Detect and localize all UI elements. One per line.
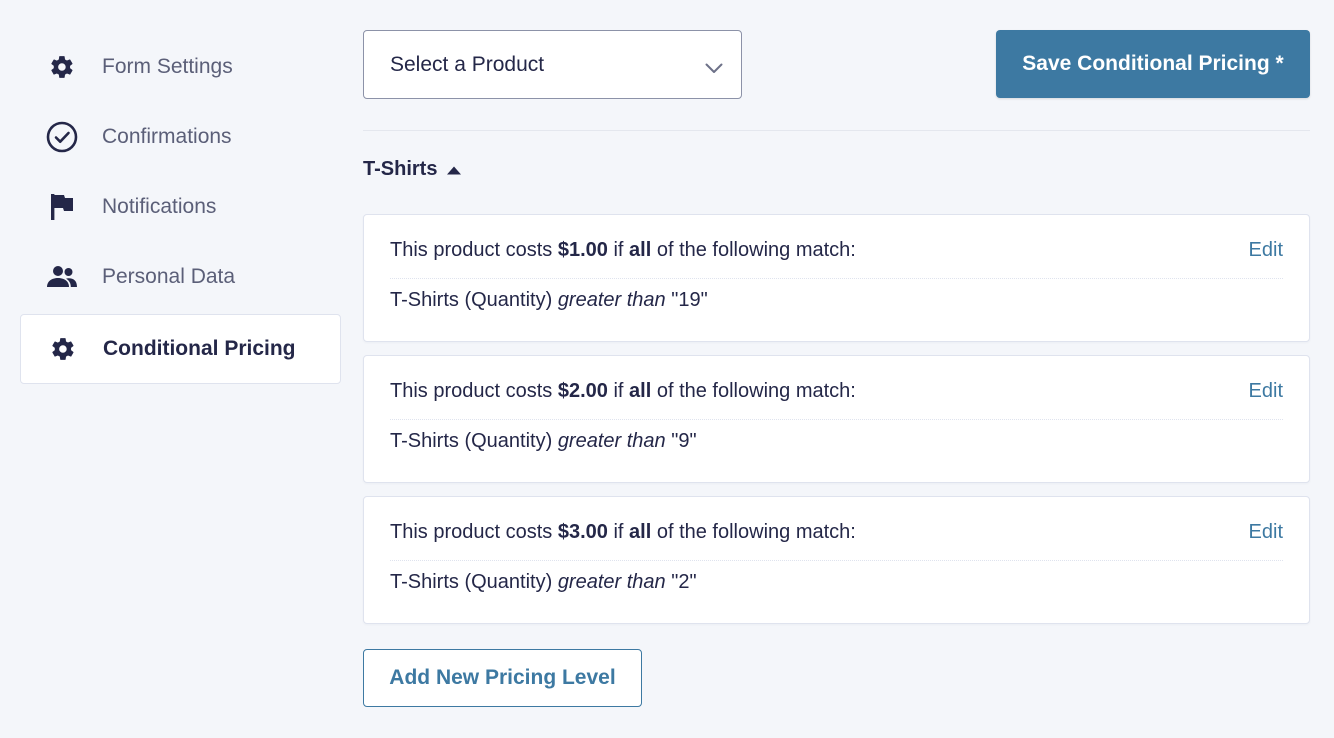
sidebar-item-notifications[interactable]: Notifications [20, 172, 341, 242]
divider [363, 130, 1310, 131]
product-group-toggle[interactable]: T-Shirts [363, 158, 462, 181]
sidebar-item-confirmations[interactable]: Confirmations [20, 102, 341, 172]
caret-up-icon [447, 158, 462, 181]
sidebar: Form Settings Confirmations Notification… [20, 32, 341, 384]
gear-icon [46, 51, 78, 83]
condition-field: T-Shirts (Quantity) [390, 430, 558, 452]
rule-condition: T-Shirts (Quantity) greater than "9" [390, 430, 697, 453]
condition-value: "19" [665, 289, 708, 311]
toolbar: Select a Product Save Conditional Pricin… [363, 30, 1310, 100]
product-group-title: T-Shirts [363, 158, 438, 180]
check-circle-icon [46, 121, 78, 153]
save-conditional-pricing-button[interactable]: Save Conditional Pricing * [996, 30, 1310, 98]
users-icon [46, 261, 78, 293]
gear-icon [47, 333, 79, 365]
product-select[interactable]: Select a Product [363, 30, 742, 99]
sidebar-item-form-settings[interactable]: Form Settings [20, 32, 341, 102]
sidebar-item-label: Confirmations [102, 125, 232, 148]
sidebar-item-label: Notifications [102, 195, 217, 218]
rule-summary-mid: if [607, 239, 630, 261]
flag-icon [46, 191, 78, 223]
edit-link[interactable]: Edit [1249, 521, 1283, 544]
condition-operator: greater than [557, 289, 666, 311]
rule-summary-prefix: This product costs [390, 521, 558, 543]
rule-condition: T-Shirts (Quantity) greater than "2" [390, 571, 697, 594]
condition-field: T-Shirts (Quantity) [390, 289, 558, 311]
main-panel: Select a Product Save Conditional Pricin… [363, 30, 1310, 707]
rule-match-type: all [629, 239, 652, 261]
rule-price: $3.00 [557, 521, 608, 543]
edit-link[interactable]: Edit [1249, 239, 1283, 262]
sidebar-item-label: Form Settings [102, 55, 233, 78]
pricing-rule-card: This product costs $2.00 if all of the f… [363, 355, 1310, 483]
add-new-pricing-level-button[interactable]: Add New Pricing Level [363, 649, 642, 707]
condition-operator: greater than [557, 430, 666, 452]
rule-match-type: all [629, 521, 652, 543]
rule-summary-suffix: of the following match: [651, 239, 856, 261]
condition-operator: greater than [557, 571, 666, 593]
rule-summary: This product costs $1.00 if all of the f… [390, 239, 1283, 279]
rule-summary: This product costs $3.00 if all of the f… [390, 521, 1283, 561]
rule-summary-mid: if [607, 380, 630, 402]
rule-summary-mid: if [607, 521, 630, 543]
rule-condition: T-Shirts (Quantity) greater than "19" [390, 289, 708, 312]
sidebar-item-label: Personal Data [102, 265, 236, 288]
sidebar-item-label: Conditional Pricing [103, 337, 296, 360]
sidebar-item-personal-data[interactable]: Personal Data [20, 242, 341, 312]
product-select-value: Select a Product [390, 52, 545, 76]
rule-summary-prefix: This product costs [390, 239, 558, 261]
condition-value: "9" [665, 430, 697, 452]
rule-match-type: all [629, 380, 652, 402]
pricing-rule-card: This product costs $3.00 if all of the f… [363, 496, 1310, 624]
rule-price: $2.00 [557, 380, 608, 402]
rule-summary-suffix: of the following match: [651, 521, 856, 543]
pricing-rules-list: This product costs $1.00 if all of the f… [363, 214, 1310, 637]
rule-summary: This product costs $2.00 if all of the f… [390, 380, 1283, 420]
rule-summary-suffix: of the following match: [651, 380, 856, 402]
condition-value: "2" [665, 571, 697, 593]
rule-summary-prefix: This product costs [390, 380, 558, 402]
rule-price: $1.00 [557, 239, 608, 261]
chevron-down-icon [705, 56, 723, 80]
edit-link[interactable]: Edit [1249, 380, 1283, 403]
sidebar-item-conditional-pricing[interactable]: Conditional Pricing [20, 314, 341, 384]
condition-field: T-Shirts (Quantity) [390, 571, 558, 593]
pricing-rule-card: This product costs $1.00 if all of the f… [363, 214, 1310, 342]
